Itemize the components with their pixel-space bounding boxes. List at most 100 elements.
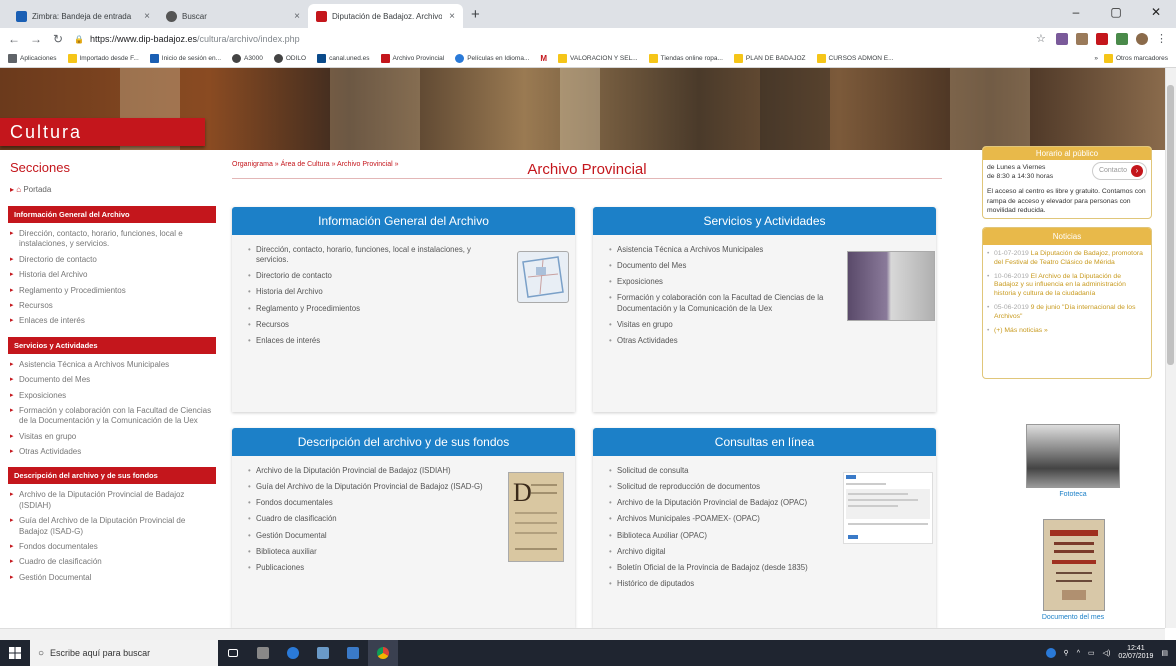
box-link[interactable]: Asistencia Técnica a Archivos Municipale… bbox=[609, 245, 836, 255]
box-link[interactable]: Biblioteca auxiliar bbox=[248, 547, 500, 557]
box-link[interactable]: Enlaces de interés bbox=[248, 336, 505, 346]
tray-app-icon[interactable] bbox=[1045, 648, 1056, 658]
box-link[interactable]: Formación y colaboración con la Facultad… bbox=[609, 293, 836, 313]
bookmark-folder[interactable]: Tiendas online ropa... bbox=[648, 54, 723, 63]
bookmark-apps[interactable]: Aplicaciones bbox=[8, 54, 57, 63]
contacto-button[interactable]: Contacto › bbox=[1091, 162, 1147, 180]
bookmark-archivo[interactable]: Archivo Provincial bbox=[380, 54, 444, 63]
documento-mes-link[interactable]: Documento del mes bbox=[1026, 614, 1120, 621]
extension-icon[interactable] bbox=[1116, 33, 1128, 45]
sidebar-item[interactable]: Otras Actividades bbox=[10, 447, 216, 457]
sidebar-item[interactable]: Enlaces de interés bbox=[10, 316, 216, 326]
bookmark-folder[interactable]: PLAN DE BADAJOZ bbox=[733, 54, 806, 63]
other-bookmarks[interactable]: Otros marcadores bbox=[1103, 54, 1168, 63]
reload-icon[interactable]: ↻ bbox=[52, 32, 64, 46]
maximize-icon[interactable]: ▢ bbox=[1096, 0, 1136, 24]
box-link[interactable]: Historia del Archivo bbox=[248, 287, 505, 297]
sidebar-item[interactable]: Cuadro de clasificación bbox=[10, 557, 216, 567]
sidebar-item-portada[interactable]: ▸ ⌂ Portada bbox=[10, 185, 216, 194]
start-button[interactable] bbox=[0, 640, 30, 666]
bookmark-folder[interactable]: CURSOS ADMON E... bbox=[816, 54, 894, 63]
box-header[interactable]: Información General del Archivo bbox=[232, 207, 575, 235]
chrome-icon[interactable] bbox=[368, 640, 398, 666]
box-header[interactable]: Servicios y Actividades bbox=[593, 207, 936, 235]
bookmark-folder[interactable]: VALORACION Y SEL... bbox=[558, 54, 638, 63]
box-link[interactable]: Boletín Oficial de la Provincia de Badaj… bbox=[609, 563, 826, 573]
sidebar-item[interactable]: Formación y colaboración con la Facultad… bbox=[10, 406, 216, 427]
box-link[interactable]: Archivos Municipales -POAMEX- (OPAC) bbox=[609, 514, 826, 524]
sidebar-item[interactable]: Historia del Archivo bbox=[10, 270, 216, 280]
fototeca-link[interactable]: Fototeca bbox=[1026, 491, 1120, 498]
box-link[interactable]: Archivo de la Diputación Provincial de B… bbox=[248, 466, 500, 476]
people-icon[interactable]: ⚲ bbox=[1064, 649, 1069, 657]
minimize-icon[interactable]: – bbox=[1056, 0, 1096, 24]
box-link[interactable]: Visitas en grupo bbox=[609, 320, 836, 330]
network-icon[interactable]: ▭ bbox=[1088, 649, 1095, 657]
bookmark-zimbra[interactable]: Inicio de sesión en... bbox=[149, 54, 221, 63]
box-link[interactable]: Biblioteca Auxiliar (OPAC) bbox=[609, 531, 826, 541]
box-header[interactable]: Descripción del archivo y de sus fondos bbox=[232, 428, 575, 456]
store-icon[interactable] bbox=[308, 640, 338, 666]
sidebar-item[interactable]: Visitas en grupo bbox=[10, 432, 216, 442]
taskbar-search[interactable]: ○ Escribe aquí para buscar bbox=[30, 640, 218, 666]
news-item[interactable]: 10-06-2019 El Archivo de la Diputación d… bbox=[987, 273, 1147, 299]
sidebar-item[interactable]: Reglamento y Procedimientos bbox=[10, 286, 216, 296]
box-link[interactable]: Archivo de la Diputación Provincial de B… bbox=[609, 498, 826, 508]
close-tab-icon[interactable]: × bbox=[144, 11, 150, 22]
box-link[interactable]: Histórico de diputados bbox=[609, 579, 826, 589]
tab-buscar[interactable]: Buscar × bbox=[158, 4, 308, 28]
extension-icon[interactable] bbox=[1096, 33, 1108, 45]
archive-shelves-thumbnail[interactable] bbox=[847, 251, 935, 321]
tray-chevron-icon[interactable]: ^ bbox=[1077, 650, 1080, 657]
sidebar-item[interactable]: Asistencia Técnica a Archivos Municipale… bbox=[10, 360, 216, 370]
bookmark-a3000[interactable]: A3000 bbox=[232, 54, 263, 63]
extension-icon[interactable] bbox=[1056, 33, 1068, 45]
tab-zimbra[interactable]: Zimbra: Bandeja de entrada × bbox=[8, 4, 158, 28]
box-link[interactable]: Recursos bbox=[248, 320, 505, 330]
close-window-icon[interactable]: ✕ bbox=[1136, 0, 1176, 24]
close-tab-icon[interactable]: × bbox=[294, 11, 300, 22]
sidebar-heading[interactable]: Información General del Archivo bbox=[8, 206, 216, 223]
address-bar[interactable]: 🔒 https://www.dip-badajoz.es/cultura/arc… bbox=[74, 30, 934, 48]
box-link[interactable]: Archivo digital bbox=[609, 547, 826, 557]
tab-archivo[interactable]: Diputación de Badajoz. Archivo × bbox=[308, 4, 463, 28]
sidebar-item[interactable]: Directorio de contacto bbox=[10, 255, 216, 265]
box-link[interactable]: Publicaciones bbox=[248, 563, 500, 573]
box-link[interactable]: Directorio de contacto bbox=[248, 271, 505, 281]
mail-icon[interactable] bbox=[338, 640, 368, 666]
horizontal-scrollbar[interactable] bbox=[0, 628, 1165, 640]
more-bookmarks-button[interactable]: » bbox=[1094, 55, 1098, 62]
box-link[interactable]: Otras Actividades bbox=[609, 336, 836, 346]
box-link[interactable]: Reglamento y Procedimientos bbox=[248, 304, 505, 314]
box-link[interactable]: Solicitud de consulta bbox=[609, 466, 826, 476]
sidebar-item[interactable]: Gestión Documental bbox=[10, 573, 216, 583]
more-news-link[interactable]: (+) Más noticias » bbox=[987, 327, 1147, 336]
box-link[interactable]: Documento del Mes bbox=[609, 261, 836, 271]
task-view-icon[interactable] bbox=[218, 640, 248, 666]
sidebar-item[interactable]: Archivo de la Diputación Provincial de B… bbox=[10, 490, 216, 511]
bookmark-peliculas[interactable]: Películas en Idioma... bbox=[455, 54, 529, 63]
bookmark-uned[interactable]: canal.uned.es bbox=[317, 54, 370, 63]
site-section-title[interactable]: Cultura bbox=[0, 118, 205, 146]
bookmark-gmail[interactable]: M bbox=[540, 54, 547, 63]
star-icon[interactable]: ☆ bbox=[1036, 33, 1048, 45]
sidebar-item[interactable]: Dirección, contacto, horario, funciones,… bbox=[10, 229, 216, 250]
sidebar-item[interactable]: Guía del Archivo de la Diputación Provin… bbox=[10, 516, 216, 537]
news-item[interactable]: 05-06-2019 9 de junio "Día internacional… bbox=[987, 304, 1147, 322]
fototeca-image[interactable] bbox=[1026, 424, 1120, 488]
sidebar-item[interactable]: Documento del Mes bbox=[10, 375, 216, 385]
sidebar-item[interactable]: Exposiciones bbox=[10, 391, 216, 401]
edge-icon[interactable] bbox=[278, 640, 308, 666]
box-link[interactable]: Dirección, contacto, horario, funciones,… bbox=[248, 245, 505, 265]
news-item[interactable]: 01-07-2019 La Diputación de Badajoz, pro… bbox=[987, 250, 1147, 268]
volume-icon[interactable]: ◁) bbox=[1103, 649, 1111, 657]
box-link[interactable]: Exposiciones bbox=[609, 277, 836, 287]
box-header[interactable]: Consultas en línea bbox=[593, 428, 936, 456]
scrollbar-thumb[interactable] bbox=[1167, 85, 1174, 365]
box-link[interactable]: Cuadro de clasificación bbox=[248, 514, 500, 524]
manuscript-thumbnail[interactable]: D bbox=[508, 472, 564, 562]
notifications-icon[interactable]: ▤ bbox=[1161, 649, 1168, 657]
bookmark-odilo[interactable]: ODILO bbox=[273, 54, 306, 63]
sidebar-item[interactable]: Fondos documentales bbox=[10, 542, 216, 552]
box-link[interactable]: Solicitud de reproducción de documentos bbox=[609, 482, 826, 492]
